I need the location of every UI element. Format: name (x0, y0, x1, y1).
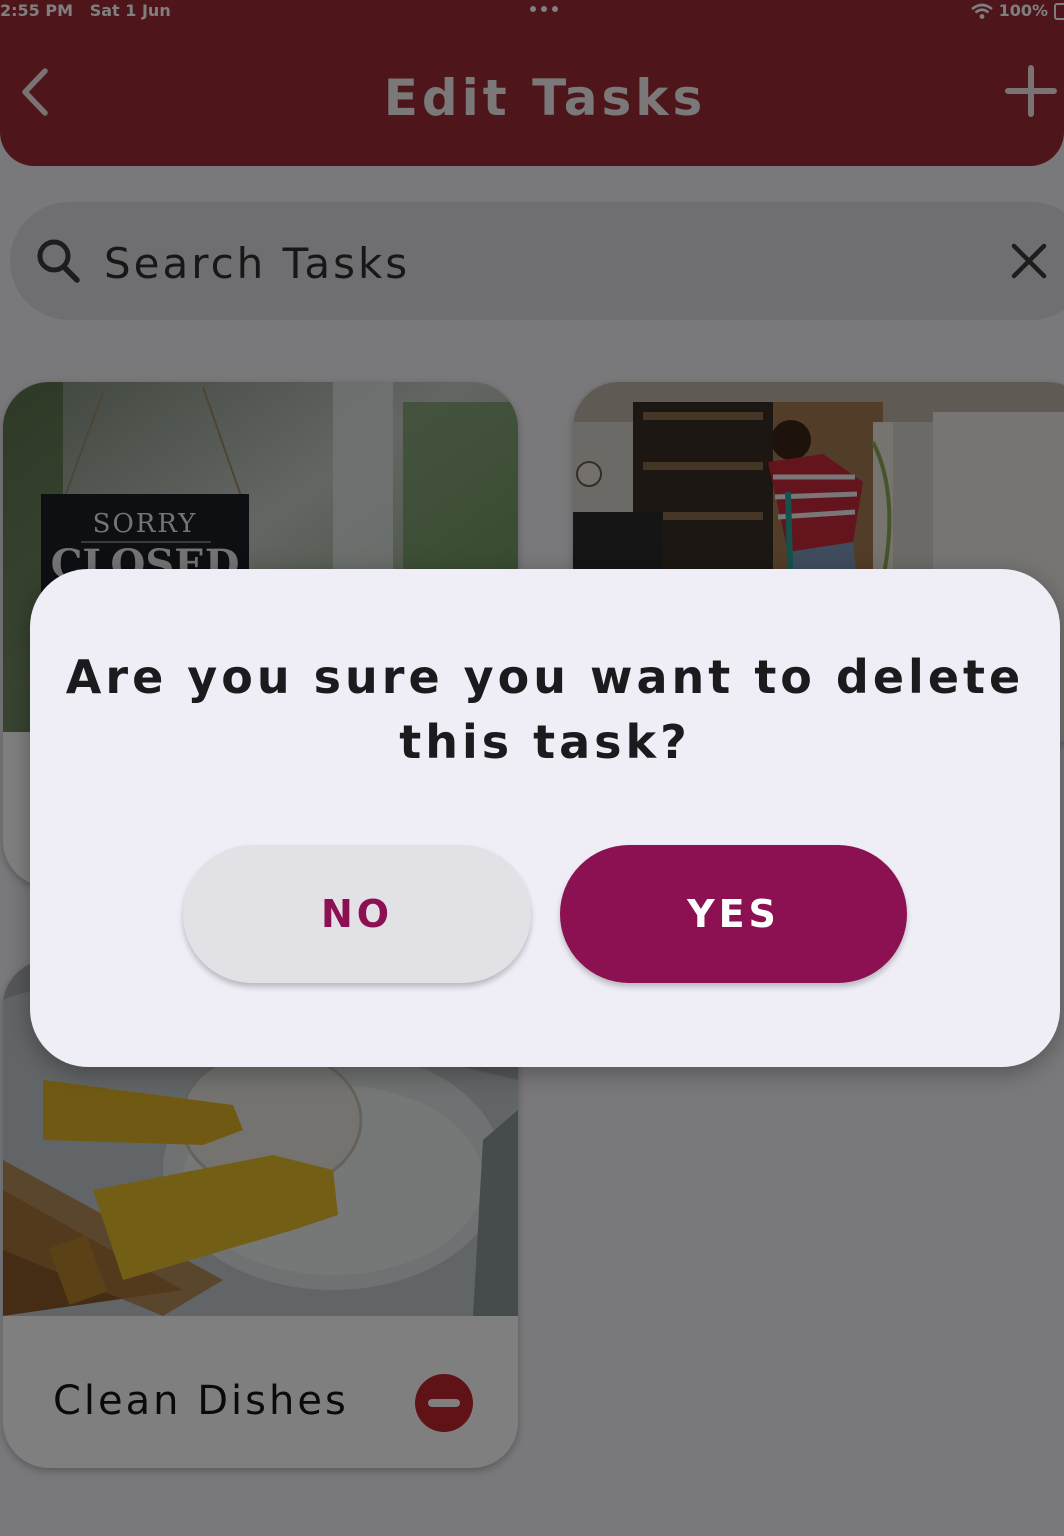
delete-confirmation-dialog: Are you sure you want to delete this tas… (30, 569, 1060, 1067)
no-button[interactable]: NO (183, 845, 531, 983)
yes-button[interactable]: YES (560, 845, 907, 983)
dialog-message: Are you sure you want to delete this tas… (65, 650, 1025, 769)
